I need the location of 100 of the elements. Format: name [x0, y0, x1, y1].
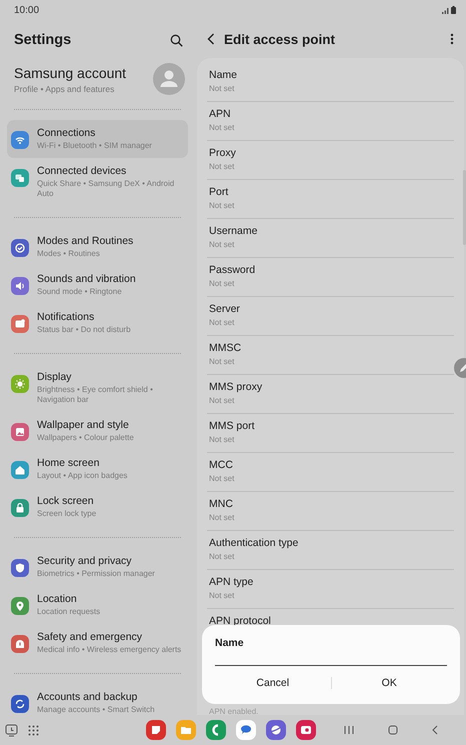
item-subtitle: Location requests	[37, 607, 100, 617]
cancel-button[interactable]: Cancel	[215, 673, 330, 693]
more-options-icon[interactable]	[450, 33, 454, 45]
settings-menu-item[interactable]: Location Location requests	[7, 586, 188, 624]
page-title: Settings	[14, 32, 72, 48]
item-title: Display	[37, 371, 72, 384]
setting-label: Authentication type	[209, 537, 300, 550]
setting-row[interactable]: APN type Not set	[207, 570, 454, 609]
item-title: Connected devices	[37, 165, 128, 178]
setting-value: Not set	[209, 513, 236, 523]
setting-row[interactable]: MMSC Not set	[207, 336, 454, 375]
setting-row[interactable]: Password Not set	[207, 258, 454, 297]
setting-label: Username	[209, 225, 258, 238]
item-title: Security and privacy	[37, 555, 133, 568]
item-title: Accounts and backup	[37, 691, 138, 704]
item-title: Safety and emergency	[37, 631, 144, 644]
settings-menu-item[interactable]: Connected devices Quick Share • Samsung DeX • Android Auto	[7, 158, 188, 206]
setting-row[interactable]: Name Not set	[207, 63, 454, 102]
setting-value: Not set	[209, 240, 236, 250]
settings-menu-item[interactable]: Sounds and vibration Sound mode • Ringtone	[7, 266, 188, 304]
ok-button[interactable]: OK	[332, 673, 447, 693]
item-subtitle: Wallpapers • Colour palette	[37, 433, 134, 443]
settings-menu-item[interactable]: Lock screen Screen lock type	[7, 488, 188, 526]
planet-app-icon[interactable]	[266, 720, 286, 740]
camera-app-icon[interactable]	[296, 720, 316, 740]
item-title: Modes and Routines	[37, 235, 134, 248]
setting-label: MMSC	[209, 342, 242, 355]
search-icon[interactable]	[170, 34, 183, 46]
home-button-icon[interactable]	[388, 725, 398, 735]
settings-menu-item[interactable]: Home screen Layout • App icon badges	[7, 450, 188, 488]
phone-app-icon[interactable]	[206, 720, 226, 740]
setting-row[interactable]: Proxy Not set	[207, 141, 454, 180]
settings-menu-item[interactable]: Display Brightness • Eye comfort shield • Navigation bar	[7, 364, 188, 412]
setting-label: APN type	[209, 576, 254, 589]
settings-menu-item[interactable]: Connections Wi-Fi • Bluetooth • SIM manager	[7, 120, 188, 158]
setting-row[interactable]: MCC Not set	[207, 453, 454, 492]
setting-value: Not set	[209, 123, 236, 133]
item-subtitle: Biometrics • Permission manager	[37, 569, 155, 579]
recent-apps-icon[interactable]	[344, 725, 354, 735]
setting-value: Not set	[209, 357, 236, 367]
setting-label: Port	[209, 186, 230, 199]
item-subtitle: Wi-Fi • Bluetooth • SIM manager	[37, 141, 152, 151]
setting-value: Not set	[209, 84, 236, 94]
account-subtitle: Profile • Apps and features	[14, 84, 116, 94]
setting-row[interactable]: MMS proxy Not set	[207, 375, 454, 414]
item-title: Sounds and vibration	[37, 273, 136, 286]
item-subtitle: Layout • App icon badges	[37, 471, 128, 481]
app-grid-icon[interactable]	[28, 724, 39, 736]
battery-icon	[451, 6, 456, 14]
settings-menu-item[interactable]: Modes and Routines Modes • Routines	[7, 228, 188, 266]
setting-label: APN protocol	[209, 615, 272, 628]
setting-value: Not set	[209, 552, 236, 562]
chat-app-icon[interactable]	[236, 720, 256, 740]
setting-label: APN	[209, 108, 232, 121]
setting-value: Not set	[209, 318, 236, 328]
settings-menu-item[interactable]: Wallpaper and style Wallpapers • Colour palette	[7, 412, 188, 450]
settings-menu-item[interactable]: Safety and emergency Medical info • Wireless emergency alerts	[7, 624, 188, 662]
footer-text: APN enabled.	[209, 707, 260, 715]
settings-menu-item[interactable]: Accounts and backup Manage accounts • Smart Switch	[7, 684, 188, 715]
settings-menu-item[interactable]: Security and privacy Biometrics • Permission manager	[7, 548, 188, 586]
item-subtitle: Manage accounts • Smart Switch	[37, 705, 155, 715]
item-subtitle: Sound mode • Ringtone	[37, 287, 123, 297]
item-subtitle: Quick Share • Samsung DeX • Android Auto	[37, 179, 176, 199]
setting-label: Proxy	[209, 147, 237, 160]
screen-clock-icon[interactable]	[5, 724, 18, 736]
setting-label: MNC	[209, 498, 234, 511]
setting-row[interactable]: Server Not set	[207, 297, 454, 336]
note-app-icon[interactable]	[146, 720, 166, 740]
item-subtitle: Medical info • Wireless emergency alerts	[37, 645, 182, 655]
setting-label: Server	[209, 303, 241, 316]
setting-row[interactable]: MMS port Not set	[207, 414, 454, 453]
setting-label: MCC	[209, 459, 234, 472]
item-subtitle: Status bar • Do not disturb	[37, 325, 131, 335]
item-title: Home screen	[37, 457, 100, 470]
setting-row[interactable]: Username Not set	[207, 219, 454, 258]
item-subtitle: Modes • Routines	[37, 249, 101, 259]
dialog-title: Name	[215, 637, 245, 649]
setting-label: MMS port	[209, 420, 256, 433]
setting-row[interactable]: Authentication type Not set	[207, 531, 454, 570]
status-time: 10:00	[14, 4, 40, 16]
setting-value: Not set	[209, 279, 236, 289]
setting-row[interactable]: APN protocol	[207, 609, 454, 628]
back-icon[interactable]	[207, 33, 215, 45]
account-name: Samsung account	[14, 64, 126, 80]
setting-value: Not set	[209, 201, 236, 211]
setting-row[interactable]: APN Not set	[207, 102, 454, 141]
setting-value: Not set	[209, 162, 236, 172]
setting-row[interactable]: Port Not set	[207, 180, 454, 219]
item-subtitle: Brightness • Eye comfort shield • Navigation bar	[37, 385, 154, 405]
setting-row[interactable]: MNC Not set	[207, 492, 454, 531]
setting-label: Name	[209, 69, 238, 82]
setting-label: MMS proxy	[209, 381, 264, 394]
setting-value: Not set	[209, 591, 236, 601]
setting-label: Password	[209, 264, 256, 277]
settings-menu-item[interactable]: Notifications Status bar • Do not disturb	[7, 304, 188, 342]
signal-icon	[442, 7, 449, 14]
setting-value: Not set	[209, 396, 236, 406]
item-title: Notifications	[37, 311, 96, 324]
item-title: Location	[37, 593, 78, 606]
back-button-icon[interactable]	[432, 725, 438, 735]
